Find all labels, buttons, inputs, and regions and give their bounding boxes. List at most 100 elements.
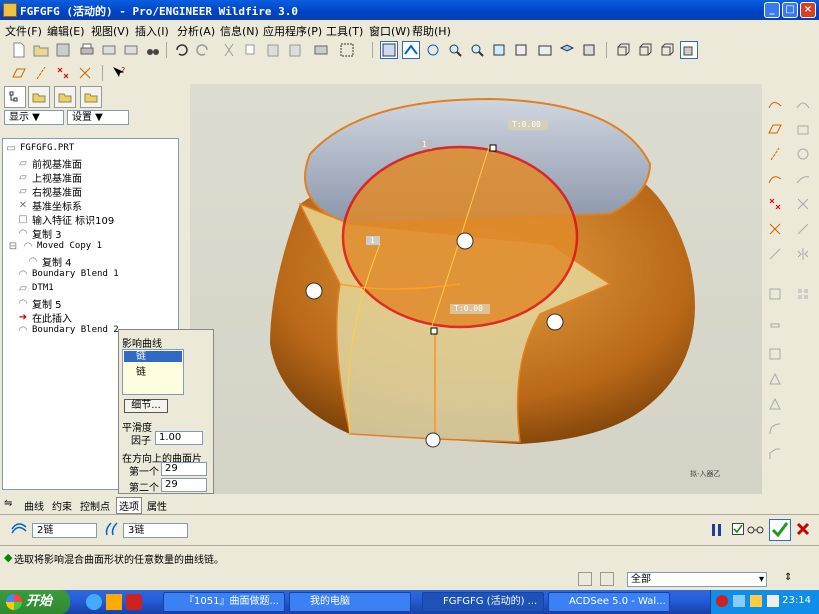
view-manager-icon[interactable] xyxy=(512,41,530,59)
task-button[interactable]: 我的电脑 xyxy=(289,592,411,612)
tree-item-boundary-blend2[interactable]: ◠ Boundary Blend 2 xyxy=(17,324,119,336)
new-icon[interactable] xyxy=(10,41,28,59)
pause-icon[interactable] xyxy=(711,523,723,537)
settings-dropdown[interactable]: 设置 ▼ xyxy=(67,110,129,125)
model-tree-tab[interactable] xyxy=(4,86,26,108)
tree-item-copy4[interactable]: ◠ 复制 4 xyxy=(27,254,72,269)
datum-point-toggle-icon[interactable] xyxy=(54,64,72,82)
menu-help[interactable]: 帮助(H) xyxy=(412,23,451,39)
preview-glasses-icon[interactable] xyxy=(747,523,765,538)
datum-point-tool-icon[interactable] xyxy=(765,194,785,214)
ie-icon[interactable] xyxy=(86,594,102,610)
save-icon[interactable] xyxy=(54,41,72,59)
tree-item-moved-copy[interactable]: ⊟ ◠ Moved Copy 1 xyxy=(7,240,102,252)
task-button[interactable]: 『1051』曲面做题... xyxy=(163,592,285,612)
menu-analysis[interactable]: 分析(A) xyxy=(177,23,215,39)
tree-item-front[interactable]: ▱ 前视基准面 xyxy=(17,156,82,171)
datum-axis-tool-icon[interactable] xyxy=(765,144,785,164)
open-icon[interactable] xyxy=(32,41,50,59)
tab-properties[interactable]: 属性 xyxy=(147,498,167,513)
tree-item-right[interactable]: ▱ 右视基准面 xyxy=(17,184,82,199)
datum-plane-tool-icon[interactable] xyxy=(765,119,785,139)
tree-item-import[interactable]: □ 输入特征 标识109 xyxy=(17,212,114,227)
zoom-in-icon[interactable] xyxy=(446,41,464,59)
favorites-tab[interactable] xyxy=(54,86,76,108)
second-patch-input[interactable]: 29 xyxy=(161,478,207,492)
menu-info[interactable]: 信息(N) xyxy=(220,23,259,39)
show-dropdown[interactable]: 显示 ▼ xyxy=(4,110,64,125)
chain-list[interactable]: 链 链 xyxy=(122,349,184,395)
task-button-active[interactable]: FGFGFG (活动的) ... xyxy=(422,592,544,612)
csys-toggle-icon[interactable] xyxy=(76,64,94,82)
first-direction-collector[interactable]: 2链 xyxy=(32,523,97,538)
folder-browser-tab[interactable] xyxy=(28,86,50,108)
scroll-arrows-icon[interactable]: ⇕ xyxy=(784,572,792,583)
shell-icon[interactable] xyxy=(765,344,785,364)
extrude-icon[interactable] xyxy=(793,119,813,139)
detail-button[interactable]: 细节... xyxy=(124,399,168,413)
repaint-icon[interactable] xyxy=(380,41,398,59)
round-icon[interactable] xyxy=(765,419,785,439)
verify-checkbox-icon[interactable] xyxy=(732,523,744,538)
sketch-icon[interactable] xyxy=(765,94,785,114)
hole-icon[interactable] xyxy=(765,319,785,339)
revolve-icon[interactable] xyxy=(793,144,813,164)
zoom-out-icon[interactable] xyxy=(468,41,486,59)
chain-list-item-selected[interactable]: 链 xyxy=(124,351,182,362)
chain-list-item[interactable]: 链 xyxy=(136,363,146,378)
drag-handle[interactable] xyxy=(425,432,441,448)
email-icon[interactable] xyxy=(100,41,118,59)
collapse-icon[interactable]: ⊟ xyxy=(7,240,19,252)
cancel-x-icon[interactable] xyxy=(796,522,810,539)
close-button[interactable]: × xyxy=(800,2,816,18)
binoculars-icon[interactable] xyxy=(144,41,162,59)
folder-icon[interactable] xyxy=(106,594,122,610)
draft-icon[interactable] xyxy=(765,394,785,414)
model-display-icon[interactable] xyxy=(580,41,598,59)
tree-item-copy3[interactable]: ◠ 复制 3 xyxy=(17,226,62,241)
pattern-icon[interactable] xyxy=(793,284,813,304)
wireframe-icon[interactable] xyxy=(614,41,632,59)
tab-options[interactable]: 选项 xyxy=(116,497,142,514)
sweep-icon[interactable] xyxy=(793,169,813,189)
maximize-button[interactable]: □ xyxy=(782,2,798,18)
trim-icon[interactable] xyxy=(793,219,813,239)
minimize-button[interactable]: _ xyxy=(764,2,780,18)
boundary-blend-tool-icon[interactable] xyxy=(793,94,813,114)
csys-tool-icon[interactable] xyxy=(765,219,785,239)
shading-icon[interactable] xyxy=(680,41,698,59)
print-icon[interactable] xyxy=(78,41,96,59)
selection-filter[interactable]: 全部 ▾ xyxy=(627,572,767,587)
drag-handle[interactable] xyxy=(546,313,564,331)
tab-curves[interactable]: 曲线 xyxy=(24,498,44,513)
factor-input[interactable]: 1.00 xyxy=(155,431,203,445)
email-link-icon[interactable] xyxy=(122,41,140,59)
undo-icon[interactable] xyxy=(172,41,190,59)
merge-icon[interactable] xyxy=(793,194,813,214)
menu-applications[interactable]: 应用程序(P) xyxy=(263,23,322,39)
connections-tab[interactable] xyxy=(80,86,102,108)
tree-root[interactable]: ▭ FGFGFG.PRT xyxy=(5,142,74,154)
first-patch-input[interactable]: 29 xyxy=(161,462,207,476)
ime-icon[interactable] xyxy=(767,595,779,607)
context-help-icon[interactable]: ? xyxy=(110,64,128,82)
saved-views-icon[interactable] xyxy=(536,41,554,59)
menu-file[interactable]: 文件(F) xyxy=(5,23,42,39)
orient-icon[interactable] xyxy=(402,41,420,59)
second-direction-collector[interactable]: 3链 xyxy=(123,523,188,538)
tray-icon[interactable] xyxy=(716,595,728,607)
tab-constraints[interactable]: 约束 xyxy=(52,498,72,513)
regenerate-icon[interactable] xyxy=(312,41,330,59)
tree-item-copy5[interactable]: ◠ 复制 5 xyxy=(17,296,62,311)
datum-axis-toggle-icon[interactable] xyxy=(32,64,50,82)
copy-icon[interactable] xyxy=(242,41,260,59)
rib-icon[interactable] xyxy=(765,369,785,389)
paste-icon[interactable] xyxy=(264,41,282,59)
drag-handle[interactable] xyxy=(305,282,323,300)
datum-plane-toggle-icon[interactable] xyxy=(10,64,28,82)
drag-handle[interactable] xyxy=(456,232,474,250)
spin-center-icon[interactable] xyxy=(424,41,442,59)
select-box-icon[interactable] xyxy=(338,41,356,59)
redo-icon[interactable] xyxy=(194,41,212,59)
volume-icon[interactable] xyxy=(750,595,762,607)
